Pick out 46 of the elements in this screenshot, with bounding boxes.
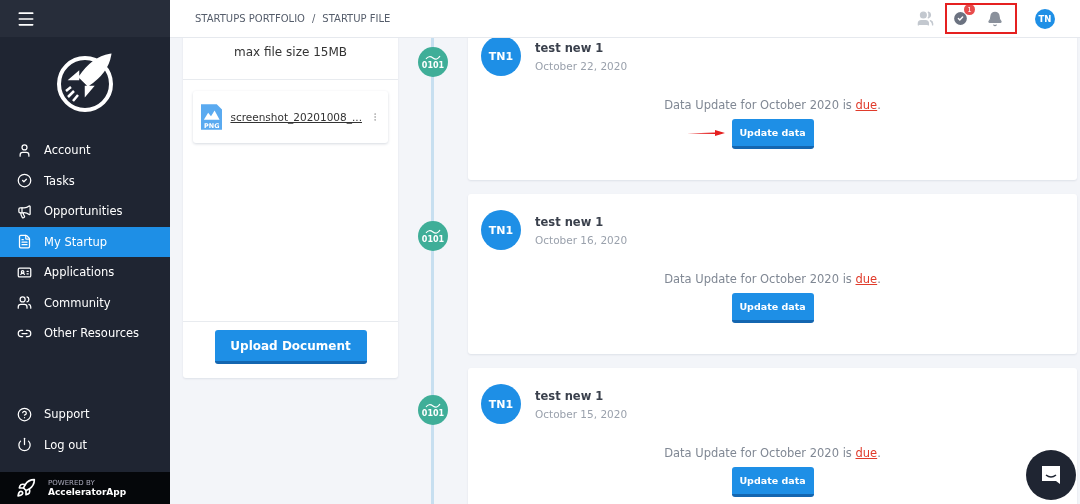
post-date: October 22, 2020 [535, 59, 628, 72]
author-name: test new 1 [535, 214, 605, 229]
breadcrumb-link[interactable]: STARTUPS PORTFOLIO [195, 13, 305, 24]
tasks-icon[interactable] [952, 10, 969, 27]
timeline-node: 0101 [418, 221, 448, 251]
user-icon [17, 142, 32, 158]
document-icon [17, 234, 32, 249]
sidebar-item[interactable]: Account [0, 135, 170, 165]
sidebar-item[interactable]: Community [0, 287, 170, 318]
bell-icon[interactable] [987, 10, 1003, 27]
brand-name: AcceleratorApp [48, 487, 127, 497]
wave-icon [425, 402, 441, 409]
author-name: test new 1 [535, 388, 605, 403]
avatar: TN1 [481, 36, 521, 76]
power-icon [17, 437, 32, 452]
chat-icon [1040, 464, 1062, 486]
rocket-icon [16, 478, 36, 498]
update-message: Data Update for October 2020 is due. [663, 98, 882, 112]
id-card-icon [17, 264, 32, 280]
post-date: October 16, 2020 [535, 233, 628, 246]
sidebar-item[interactable]: Tasks [0, 165, 170, 196]
check-circle-icon [17, 173, 32, 188]
rocket-logo-icon [54, 51, 116, 113]
update-message: Data Update for October 2020 is due. [663, 446, 882, 460]
wave-icon [425, 228, 441, 235]
arrow-drawing [686, 130, 725, 136]
sidebar-item[interactable]: Log out [0, 429, 170, 460]
sidebar-item[interactable]: Support [0, 399, 170, 429]
timeline-node: 0101 [418, 47, 448, 77]
sidebar-item[interactable]: Applications [0, 257, 170, 287]
breadcrumb-link[interactable]: STARTUP FILE [322, 13, 391, 24]
wave-icon [425, 54, 441, 61]
update-message: Data Update for October 2020 is due. [663, 272, 882, 286]
help-icon [17, 406, 32, 422]
post-date: October 15, 2020 [535, 407, 628, 420]
avatar: TN1 [481, 384, 521, 424]
author-name: test new 1 [535, 40, 605, 55]
megaphone-icon [17, 203, 32, 219]
file-name-link[interactable]: screenshot_20201008_... [230, 111, 362, 123]
timeline-node: 0101 [418, 395, 448, 425]
people-icon [17, 295, 32, 310]
breadcrumb-separator: / [312, 13, 316, 24]
sidebar-item[interactable]: Opportunities [0, 196, 170, 226]
sidebar-item[interactable]: Other Resources [0, 318, 170, 348]
avatar: TN1 [481, 210, 521, 250]
highlight-frame [945, 3, 1017, 34]
